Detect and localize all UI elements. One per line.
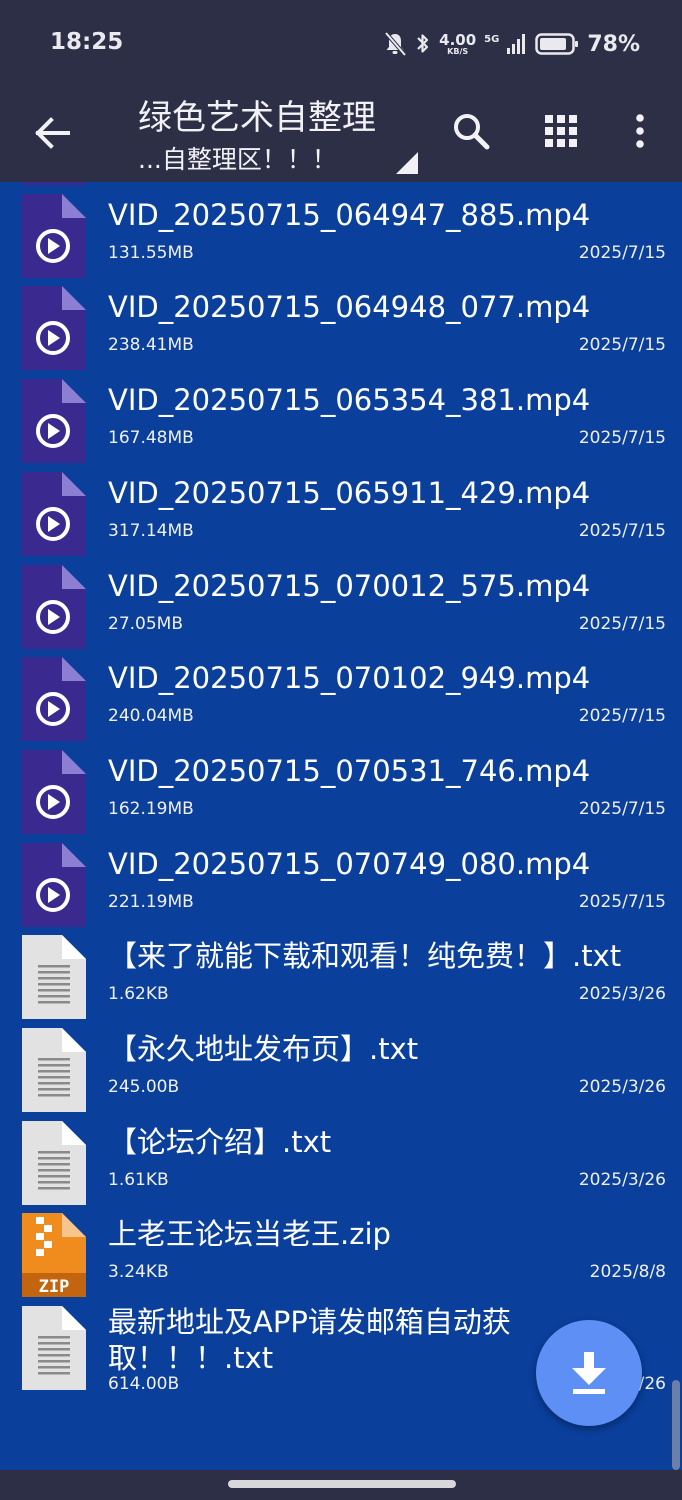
file-date: 2025/7/15: [578, 335, 666, 356]
file-size: 221.19MB: [108, 891, 194, 912]
grid-view-icon[interactable]: [540, 110, 582, 152]
file-name: VID_20250715_064948_077.mp4: [108, 290, 591, 325]
path-dropdown-icon[interactable]: [396, 152, 418, 174]
file-size: 3.24KB: [108, 1262, 169, 1283]
network-type: 5G: [484, 33, 500, 45]
home-gesture-handle[interactable]: [228, 1480, 456, 1488]
video-file-icon: [22, 842, 86, 927]
download-button[interactable]: [536, 1320, 642, 1426]
back-arrow-icon[interactable]: [30, 110, 76, 156]
file-row[interactable]: VID_20250715_070102_949.mp4 240.04MB 2025/…: [0, 657, 682, 750]
text-file-icon: [22, 1028, 86, 1112]
file-size: 614.00B: [108, 1374, 180, 1395]
file-date: 2025/7/15: [578, 242, 666, 263]
zip-file-icon: ZIP: [22, 1213, 86, 1298]
mute-bell-icon: [384, 31, 407, 57]
file-name: 【论坛介绍】.txt: [108, 1124, 332, 1159]
file-name: VID_20250715_070012_575.mp4: [108, 568, 591, 603]
status-bar: 18:25 4.00 KB/S 5G 78%: [0, 0, 682, 86]
video-file-icon: [22, 286, 86, 371]
file-row[interactable]: 【论坛介绍】.txt 1.61KB 2025/3/26: [0, 1120, 682, 1214]
text-file-icon: [22, 1120, 86, 1205]
file-name: 上老王论坛当老王.zip: [108, 1217, 391, 1252]
file-date: 2025/7/15: [578, 613, 666, 634]
file-name: VID_20250715_070531_746.mp4: [108, 753, 591, 788]
file-date: 2025/7/15: [578, 706, 666, 727]
file-name: VID_20250715_070102_949.mp4: [108, 661, 591, 696]
file-size: 131.55MB: [108, 242, 194, 263]
file-size: 27.05MB: [108, 613, 183, 634]
file-name: 最新地址及APP请发邮箱自动获取！！！.txt: [108, 1305, 511, 1376]
file-date: 2025/7/15: [578, 428, 666, 449]
video-file-icon: [22, 193, 86, 278]
file-list[interactable]: VID_20250715_064947_872.mp4190.22MB2025/…: [0, 182, 682, 1470]
file-row[interactable]: VID_20250715_064947_885.mp4 131.55MB 2025/…: [0, 193, 682, 287]
file-date: 2025/3/26: [578, 1169, 666, 1190]
file-name: VID_20250715_065354_381.mp4: [108, 383, 591, 418]
video-file-icon: [22, 471, 86, 556]
file-name: VID_20250715_064947_885.mp4: [108, 197, 591, 232]
file-row[interactable]: VID_20250715_070012_575.mp4 27.05MB 2025/7…: [0, 564, 682, 658]
video-file-icon: [22, 379, 86, 464]
file-name: VID_20250715_070749_080.mp4: [108, 846, 591, 881]
path-subtitle[interactable]: ...自整理区！！！: [138, 140, 337, 176]
video-file-icon: [22, 182, 86, 185]
text-file-icon: [22, 1306, 86, 1391]
file-size: 240.04MB: [108, 706, 194, 727]
video-file-icon: [22, 749, 86, 834]
file-name: 【永久地址发布页】.txt: [108, 1032, 419, 1066]
file-date: 2025/7/15: [578, 798, 666, 819]
search-icon[interactable]: [448, 108, 494, 154]
file-date: 2025/7/15: [578, 520, 666, 541]
app-bar: 绿色艺术自整理 ...自整理区！！！: [0, 86, 682, 182]
file-size: 167.48MB: [108, 428, 194, 449]
file-date: 2025/7/15: [578, 891, 666, 912]
video-file-icon: [22, 564, 86, 649]
file-size: 238.41MB: [108, 335, 194, 356]
file-row[interactable]: ZIP 上老王论坛当老王.zip 3.24KB 2025/8/8: [0, 1213, 682, 1306]
file-size: 162.19MB: [108, 798, 194, 819]
file-row[interactable]: VID_20250715_064947_872.mp4190.22MB2025/…: [0, 182, 682, 194]
navigation-bar: [0, 1470, 682, 1500]
net-speed-value: 4.00: [439, 30, 477, 49]
page-title: 绿色艺术自整理: [138, 98, 376, 138]
file-size: 1.61KB: [108, 1169, 169, 1190]
signal-icon: [507, 34, 526, 54]
bluetooth-icon: [417, 34, 429, 53]
file-row[interactable]: VID_20250715_065354_381.mp4 167.48MB 2025/…: [0, 379, 682, 472]
more-vert-icon[interactable]: [622, 108, 658, 154]
battery-percent: 78%: [587, 31, 640, 57]
file-size: 245.00B: [108, 1077, 180, 1097]
file-row[interactable]: 【永久地址发布页】.txt 245.00B 2025/3/26: [0, 1028, 682, 1121]
file-name: 【来了就能下载和观看！纯免费！】.txt: [108, 939, 622, 974]
file-date: 2025/8/8: [589, 1262, 666, 1283]
file-row[interactable]: VID_20250715_070531_746.mp4 162.19MB 2025/…: [0, 749, 682, 843]
net-speed-unit: KB/S: [447, 46, 469, 56]
zip-label: ZIP: [39, 1277, 70, 1297]
file-row[interactable]: VID_20250715_070749_080.mp4 221.19MB 2025/…: [0, 842, 682, 936]
file-row[interactable]: 【来了就能下载和观看！纯免费！】.txt 1.62KB 2025/3/26: [0, 935, 682, 1028]
net-speed: 4.00 KB/S: [439, 30, 477, 56]
status-time: 18:25: [50, 29, 124, 55]
file-date: 2025/3/26: [578, 1077, 666, 1097]
status-icons: 4.00 KB/S 5G 78%: [383, 28, 640, 60]
battery-icon: [535, 33, 579, 55]
file-name: VID_20250715_065911_429.mp4: [108, 475, 591, 510]
video-file-icon: [22, 657, 86, 742]
file-row[interactable]: VID_20250715_065911_429.mp4 317.14MB 2025/…: [0, 471, 682, 565]
download-icon: [572, 1352, 606, 1394]
list-scrollbar[interactable]: [672, 1380, 680, 1470]
file-row[interactable]: VID_20250715_064948_077.mp4 238.41MB 2025/…: [0, 286, 682, 379]
text-file-icon: [22, 935, 86, 1020]
file-size: 1.62KB: [108, 984, 169, 1005]
file-size: 317.14MB: [108, 520, 194, 541]
file-date: 2025/3/26: [578, 984, 666, 1005]
